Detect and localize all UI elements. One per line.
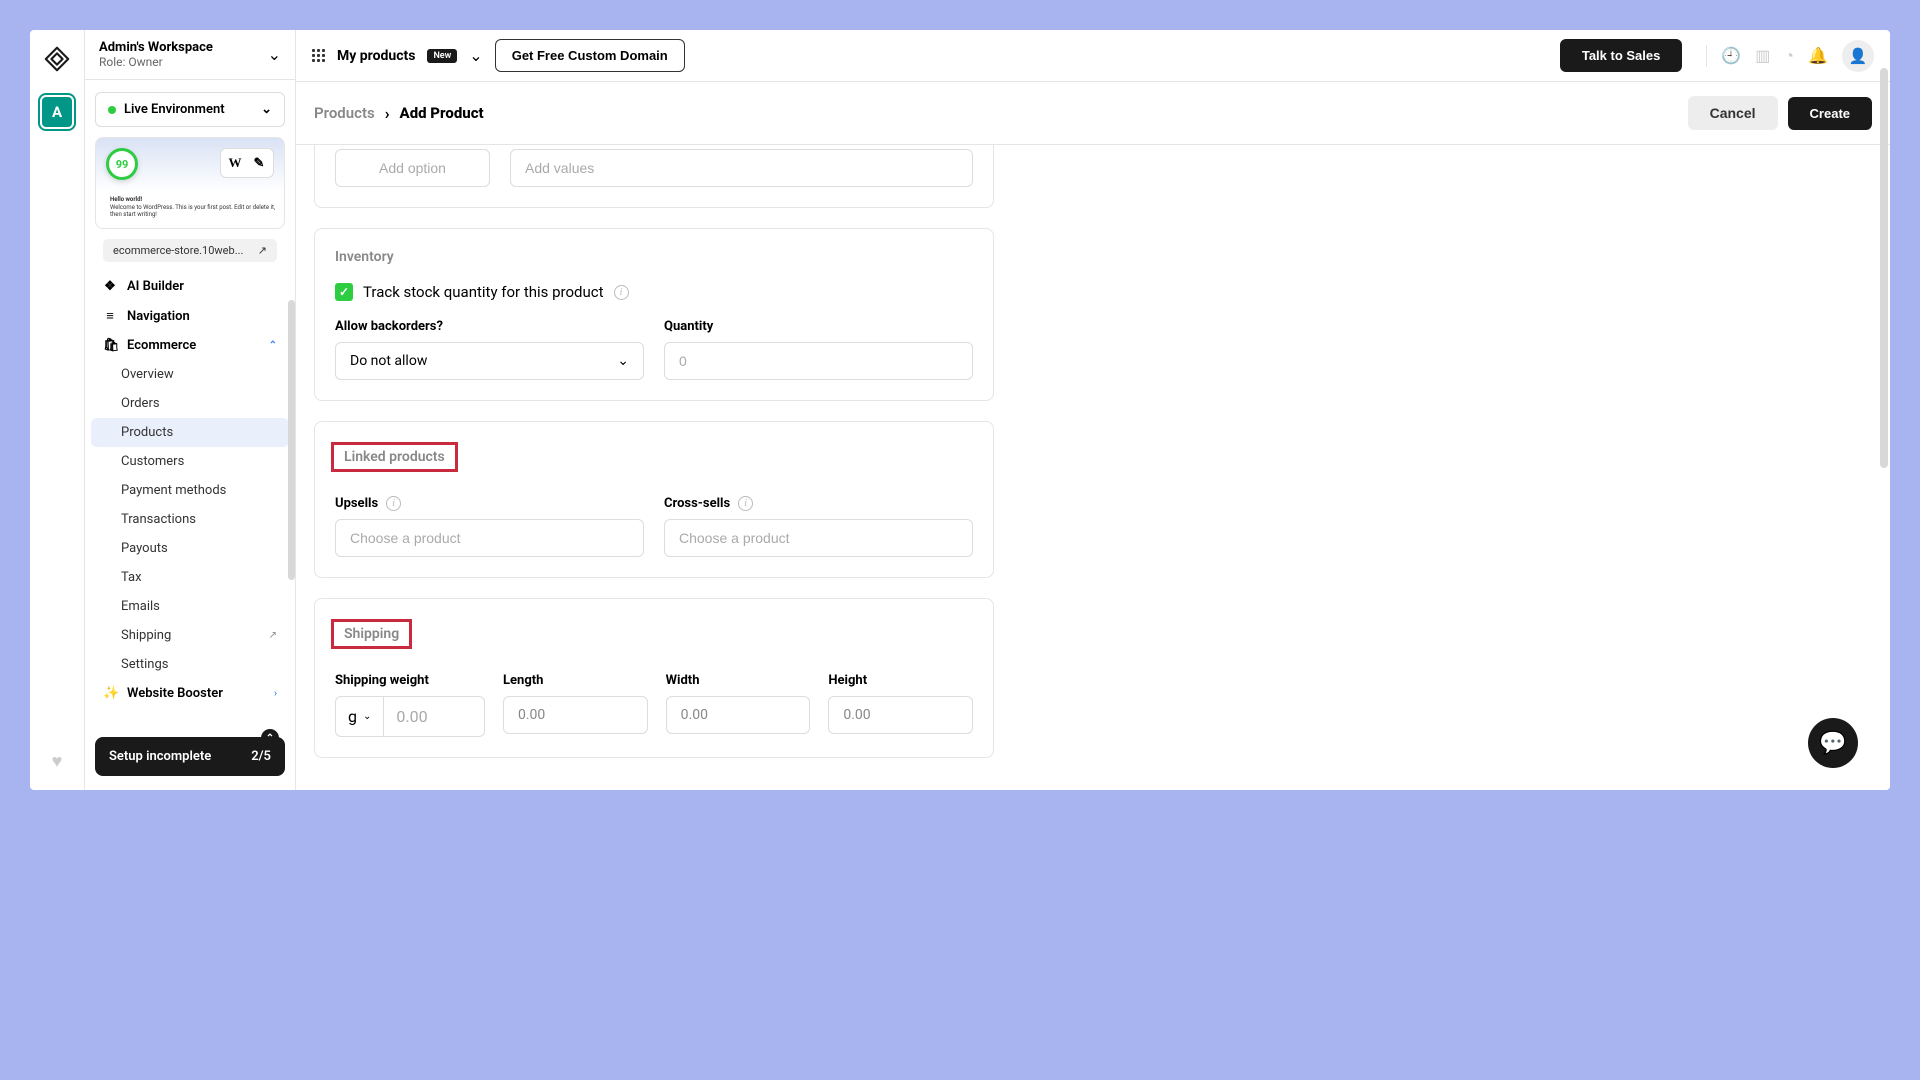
layers-icon: ❖ — [103, 279, 117, 294]
heart-icon[interactable]: ♥ — [52, 751, 63, 772]
top-bar-title: My products — [337, 48, 415, 64]
chevron-down-icon: ⌄ — [617, 353, 629, 369]
shipping-card: Shipping Shipping weight g⌄ 0.00 Length … — [314, 598, 994, 758]
chevron-up-icon: ⌃ — [269, 340, 277, 351]
info-icon[interactable]: i — [614, 285, 629, 300]
app-logo-icon[interactable] — [43, 45, 71, 73]
linked-products-title: Linked products — [331, 442, 458, 472]
domain-chip[interactable]: ecommerce-store.10web... ↗ — [103, 239, 277, 262]
sidebar-item-ai-builder[interactable]: ❖AI Builder — [91, 272, 289, 301]
length-label: Length — [503, 673, 648, 688]
top-bar: My products New ⌄ Get Free Custom Domain… — [296, 30, 1890, 82]
sidebar-item-customers[interactable]: Customers — [91, 447, 289, 476]
sidebar-item-overview[interactable]: Overview — [91, 360, 289, 389]
get-domain-button[interactable]: Get Free Custom Domain — [495, 39, 685, 72]
sidebar-item-website-booster[interactable]: ✨Website Booster› — [91, 679, 289, 708]
talk-to-sales-button[interactable]: Talk to Sales — [1560, 39, 1683, 72]
wordpress-icon[interactable]: W — [224, 152, 246, 174]
create-button[interactable]: Create — [1788, 97, 1872, 130]
sidebar-item-navigation[interactable]: ≡Navigation — [91, 301, 289, 331]
sidebar: Admin's Workspace Role: Owner ⌄ Live Env… — [85, 30, 296, 790]
inventory-card: Inventory ✓ Track stock quantity for thi… — [314, 228, 994, 401]
sidebar-scrollbar[interactable] — [288, 300, 295, 580]
content-scroll[interactable]: Inventory ✓ Track stock quantity for thi… — [296, 145, 1890, 790]
chevron-right-icon: › — [385, 104, 390, 123]
inventory-title: Inventory — [335, 249, 973, 265]
chevron-right-icon: › — [274, 688, 277, 699]
new-badge: New — [427, 49, 457, 63]
info-icon[interactable]: i — [386, 496, 401, 511]
breadcrumb-current: Add Product — [400, 104, 484, 122]
upsells-input[interactable] — [335, 519, 644, 557]
linked-products-card: Linked products Upsells i Cross-sells i — [314, 421, 994, 578]
quantity-label: Quantity — [664, 319, 973, 334]
workspace-role: Role: Owner — [99, 55, 213, 69]
info-icon[interactable]: i — [738, 496, 753, 511]
external-link-icon: ↗ — [269, 630, 277, 641]
add-option-input[interactable] — [335, 149, 490, 187]
options-card — [314, 145, 994, 208]
user-avatar[interactable]: 👤 — [1842, 40, 1874, 72]
sparkle-icon: ✨ — [103, 686, 117, 701]
shipping-weight-label: Shipping weight — [335, 673, 485, 688]
apps-grid-icon[interactable] — [312, 49, 325, 62]
sidebar-item-emails[interactable]: Emails — [91, 592, 289, 621]
sidebar-item-transactions[interactable]: Transactions — [91, 505, 289, 534]
sidebar-item-tax[interactable]: Tax — [91, 563, 289, 592]
sidebar-item-shipping[interactable]: Shipping↗ — [91, 621, 289, 650]
edit-icon[interactable]: ✎ — [248, 152, 270, 174]
chevron-down-icon[interactable]: ⌄ — [469, 46, 482, 65]
performance-score-badge: 99 — [106, 148, 138, 180]
chat-icon: 💬 — [1819, 731, 1846, 756]
menu-icon: ≡ — [103, 308, 117, 324]
quantity-input[interactable] — [664, 342, 973, 380]
sidebar-item-orders[interactable]: Orders — [91, 389, 289, 418]
book-icon[interactable]: ▥ — [1755, 46, 1770, 65]
chevron-up-icon: ⌃ — [261, 729, 279, 747]
backorders-label: Allow backorders? — [335, 319, 644, 334]
workspace-avatar[interactable]: A — [40, 95, 74, 129]
chevron-down-icon: ⌄ — [261, 102, 272, 117]
cancel-button[interactable]: Cancel — [1688, 96, 1778, 130]
sidebar-item-products[interactable]: Products — [91, 418, 289, 447]
workspace-switcher[interactable]: Admin's Workspace Role: Owner ⌄ — [85, 30, 295, 80]
add-values-input[interactable] — [510, 149, 973, 187]
workspace-title: Admin's Workspace — [99, 40, 213, 55]
pie-chart-icon[interactable]: ◔ — [1784, 46, 1794, 66]
height-input[interactable]: 0.00 — [828, 696, 973, 734]
chevron-down-icon: ⌄ — [363, 711, 371, 722]
cross-sells-label: Cross-sells — [664, 496, 730, 511]
width-label: Width — [666, 673, 811, 688]
track-stock-checkbox[interactable]: ✓ — [335, 283, 353, 301]
height-label: Height — [828, 673, 973, 688]
breadcrumb-bar: Products › Add Product Cancel Create — [296, 82, 1890, 145]
backorders-select[interactable]: Do not allow ⌄ — [335, 342, 644, 380]
environment-select[interactable]: Live Environment ⌄ — [95, 92, 285, 127]
chat-fab[interactable]: 💬 — [1808, 718, 1858, 768]
left-rail: A ♥ — [30, 30, 85, 790]
sidebar-item-payouts[interactable]: Payouts — [91, 534, 289, 563]
main-scrollbar[interactable] — [1880, 68, 1888, 468]
setup-incomplete-pill[interactable]: ⌃ Setup incomplete 2/5 — [95, 737, 285, 776]
cross-sells-input[interactable] — [664, 519, 973, 557]
sidebar-item-ecommerce[interactable]: 🛍Ecommerce⌃ — [91, 331, 289, 360]
clock-icon[interactable]: 🕘 — [1721, 46, 1741, 65]
main-area: My products New ⌄ Get Free Custom Domain… — [296, 30, 1890, 790]
status-dot-icon — [108, 106, 116, 114]
external-link-icon: ↗ — [258, 244, 267, 257]
sidebar-item-settings[interactable]: Settings — [91, 650, 289, 679]
shipping-weight-input[interactable]: g⌄ 0.00 — [335, 696, 485, 737]
sidebar-item-payment-methods[interactable]: Payment methods — [91, 476, 289, 505]
width-input[interactable]: 0.00 — [666, 696, 811, 734]
upsells-label: Upsells — [335, 496, 378, 511]
breadcrumb-root[interactable]: Products — [314, 104, 375, 122]
shipping-title: Shipping — [331, 619, 412, 649]
site-preview-card[interactable]: 99 W ✎ Hello world! Welcome to WordPress… — [95, 137, 285, 229]
bag-icon: 🛍 — [103, 338, 117, 353]
chevron-down-icon: ⌄ — [268, 45, 281, 64]
bell-icon[interactable]: 🔔 — [1808, 46, 1828, 65]
length-input[interactable]: 0.00 — [503, 696, 648, 734]
track-stock-label: Track stock quantity for this product — [363, 283, 604, 301]
